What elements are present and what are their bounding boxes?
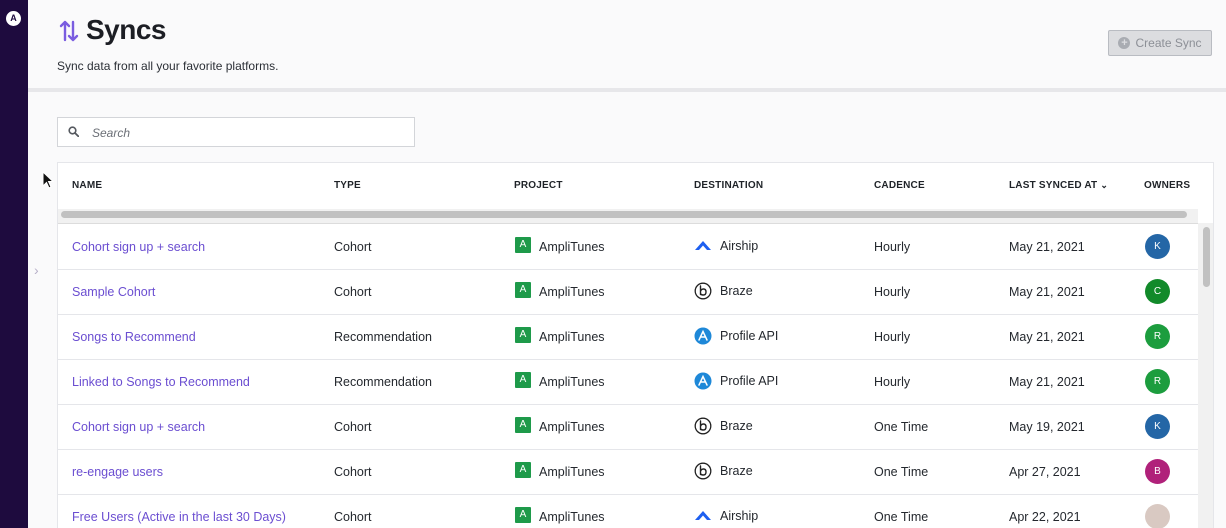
- braze-icon: [694, 417, 712, 435]
- last-synced-date: May 21, 2021: [1009, 240, 1085, 254]
- sync-type: Recommendation: [334, 375, 432, 389]
- sync-name-link[interactable]: re-engage users: [72, 465, 163, 479]
- sync-type: Recommendation: [334, 330, 432, 344]
- column-header-cadence[interactable]: CADENCE: [874, 180, 925, 191]
- last-synced-label: LAST SYNCED AT: [1009, 180, 1098, 191]
- owner-avatar[interactable]: B: [1145, 459, 1170, 484]
- destination-name: Profile API: [720, 329, 779, 343]
- destination-name: Braze: [720, 464, 753, 478]
- table-row[interactable]: Cohort sign up + search Cohort A AmpliTunes…: [58, 224, 1198, 270]
- project-name: AmpliTunes: [539, 330, 605, 344]
- expand-chevron-right-icon[interactable]: ›: [34, 262, 39, 278]
- search-input[interactable]: [90, 122, 404, 144]
- project-badge-icon: A: [515, 327, 531, 343]
- sync-type: Cohort: [334, 240, 372, 254]
- last-synced-date: May 21, 2021: [1009, 375, 1085, 389]
- sync-name-link[interactable]: Sample Cohort: [72, 285, 155, 299]
- sync-name-link[interactable]: Free Users (Active in the last 30 Days): [72, 510, 286, 524]
- table-row[interactable]: Cohort sign up + search Cohort A AmpliTunes…: [58, 404, 1198, 450]
- braze-icon: [694, 282, 712, 300]
- sync-type: Cohort: [334, 285, 372, 299]
- project-badge-icon: A: [515, 282, 531, 298]
- sync-type: Cohort: [334, 510, 372, 524]
- last-synced-date: May 19, 2021: [1009, 420, 1085, 434]
- cadence: Hourly: [874, 375, 911, 389]
- table-row[interactable]: re-engage users Cohort A AmpliTunes Braze One…: [58, 449, 1198, 495]
- destination-name: Braze: [720, 419, 753, 433]
- page-title: Syncs: [86, 14, 167, 45]
- cadence: Hourly: [874, 285, 911, 299]
- last-synced-date: Apr 27, 2021: [1009, 465, 1081, 479]
- mouse-cursor-icon: [42, 171, 54, 189]
- destination-name: Airship: [720, 509, 759, 523]
- cadence: Hourly: [874, 240, 911, 254]
- destination-name: Airship: [720, 239, 759, 253]
- sort-chevron-down-icon: ⌄: [1100, 180, 1109, 190]
- project-badge-icon: A: [515, 237, 531, 253]
- search-icon: [68, 126, 79, 137]
- sync-name-link[interactable]: Cohort sign up + search: [72, 240, 205, 254]
- sync-name-link[interactable]: Songs to Recommend: [72, 330, 196, 344]
- table-row[interactable]: Linked to Songs to Recommend Recommendati…: [58, 359, 1198, 405]
- page-header: Syncs Sync data from all your favorite p…: [28, 0, 1226, 92]
- owner-avatar[interactable]: C: [1145, 279, 1170, 304]
- table-header: NAME TYPE PROJECT DESTINATION CADENCE LA…: [58, 163, 1198, 210]
- table-row[interactable]: Free Users (Active in the last 30 Days) C…: [58, 494, 1198, 528]
- column-header-destination[interactable]: DESTINATION: [694, 180, 763, 191]
- project-badge-icon: A: [515, 507, 531, 523]
- sync-name-link[interactable]: Cohort sign up + search: [72, 420, 205, 434]
- project-name: AmpliTunes: [539, 465, 605, 479]
- table-row[interactable]: Songs to Recommend Recommendation A AmpliTu…: [58, 314, 1198, 360]
- project-name: AmpliTunes: [539, 510, 605, 524]
- table-row[interactable]: Sample Cohort Cohort A AmpliTunes Braze Hourl…: [58, 269, 1198, 315]
- sync-type: Cohort: [334, 465, 372, 479]
- project-badge-icon: A: [515, 372, 531, 388]
- destination-name: Braze: [720, 284, 753, 298]
- airship-icon: [694, 237, 712, 255]
- project-name: AmpliTunes: [539, 285, 605, 299]
- project-badge-icon: A: [515, 462, 531, 478]
- braze-icon: [694, 462, 712, 480]
- cadence: Hourly: [874, 330, 911, 344]
- vertical-scrollbar-thumb[interactable]: [1203, 227, 1210, 287]
- column-header-owners[interactable]: OWNERS: [1144, 180, 1190, 191]
- last-synced-date: Apr 22, 2021: [1009, 510, 1081, 524]
- owner-avatar[interactable]: K: [1145, 414, 1170, 439]
- project-name: AmpliTunes: [539, 375, 605, 389]
- create-sync-label: Create Sync: [1135, 36, 1202, 50]
- plus-circle-icon: +: [1118, 37, 1131, 49]
- main-area: Syncs Sync data from all your favorite p…: [28, 0, 1226, 528]
- owner-avatar[interactable]: R: [1145, 369, 1170, 394]
- profile-api-icon: [694, 372, 712, 390]
- create-sync-button[interactable]: + Create Sync: [1108, 30, 1212, 56]
- owner-avatar[interactable]: R: [1145, 324, 1170, 349]
- column-header-name[interactable]: NAME: [72, 180, 102, 191]
- page-subtitle: Sync data from all your favorite platfor…: [57, 59, 279, 73]
- destination-name: Profile API: [720, 374, 779, 388]
- left-rail: A: [0, 0, 28, 528]
- project-name: AmpliTunes: [539, 420, 605, 434]
- syncs-icon: [59, 20, 79, 42]
- sync-name-link[interactable]: Linked to Songs to Recommend: [72, 375, 250, 389]
- last-synced-date: May 21, 2021: [1009, 285, 1085, 299]
- cadence: One Time: [874, 465, 929, 479]
- search-box[interactable]: [57, 117, 415, 147]
- airship-icon: [694, 507, 712, 525]
- syncs-table: NAME TYPE PROJECT DESTINATION CADENCE LA…: [57, 162, 1214, 528]
- project-badge-icon: A: [515, 417, 531, 433]
- cadence: One Time: [874, 510, 929, 524]
- project-name: AmpliTunes: [539, 240, 605, 254]
- horizontal-scrollbar-thumb[interactable]: [61, 211, 1187, 218]
- column-header-last-synced-at[interactable]: LAST SYNCED AT ⌄: [1009, 180, 1108, 191]
- amplitude-logo-icon[interactable]: A: [6, 11, 21, 26]
- cadence: One Time: [874, 420, 929, 434]
- profile-api-icon: [694, 327, 712, 345]
- owner-avatar[interactable]: [1145, 504, 1170, 528]
- column-header-type[interactable]: TYPE: [334, 180, 361, 191]
- column-header-project[interactable]: PROJECT: [514, 180, 563, 191]
- owner-avatar[interactable]: K: [1145, 234, 1170, 259]
- last-synced-date: May 21, 2021: [1009, 330, 1085, 344]
- sync-type: Cohort: [334, 420, 372, 434]
